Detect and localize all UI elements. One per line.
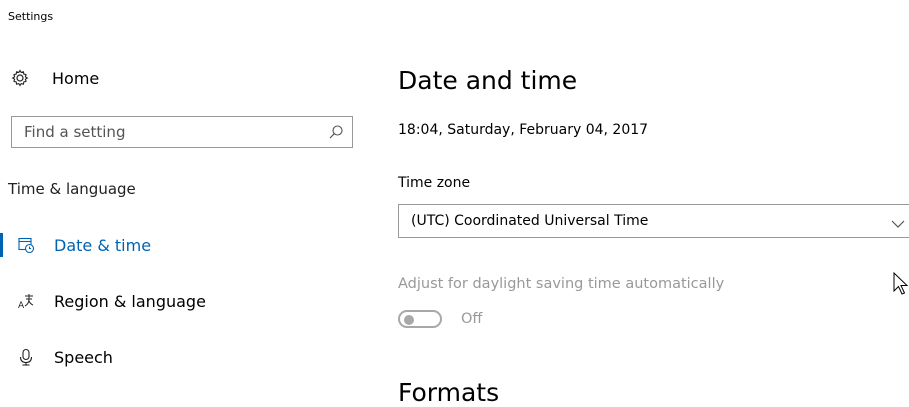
svg-text:A: A — [18, 301, 25, 310]
toggle-knob — [404, 315, 414, 325]
section-heading: Time & language — [8, 180, 136, 198]
sidebar-item-label: Date & time — [54, 235, 152, 255]
home-nav-item[interactable]: Home — [10, 66, 99, 90]
timezone-selected-value: (UTC) Coordinated Universal Time — [411, 213, 649, 229]
home-label: Home — [52, 68, 100, 88]
language-icon: A — [17, 292, 35, 310]
mouse-cursor-icon — [893, 271, 909, 298]
toggle-switch[interactable] — [398, 310, 442, 328]
active-indicator — [0, 233, 3, 257]
window-title: Settings — [8, 10, 54, 23]
search-icon[interactable] — [328, 124, 344, 140]
sidebar-item-region-language[interactable]: A Region & language — [0, 286, 360, 316]
calendar-clock-icon — [17, 236, 35, 254]
search-input[interactable] — [24, 123, 314, 141]
timezone-dropdown[interactable]: (UTC) Coordinated Universal Time — [398, 204, 909, 238]
timezone-label: Time zone — [398, 175, 471, 191]
microphone-icon — [17, 348, 35, 366]
sidebar-item-label: Speech — [54, 347, 113, 367]
dst-toggle[interactable]: Off — [398, 310, 482, 328]
current-datetime: 18:04, Saturday, February 04, 2017 — [398, 122, 649, 138]
page-title: Date and time — [398, 66, 578, 95]
toggle-state-label: Off — [461, 311, 483, 327]
sidebar-item-label: Region & language — [54, 291, 206, 311]
dst-label: Adjust for daylight saving time automati… — [398, 276, 725, 292]
formats-heading: Formats — [398, 378, 500, 407]
search-box[interactable] — [11, 116, 353, 148]
chevron-down-icon — [891, 215, 905, 228]
gear-icon — [10, 68, 30, 88]
sidebar-item-date-time[interactable]: Date & time — [0, 230, 360, 260]
sidebar-item-speech[interactable]: Speech — [0, 342, 360, 372]
